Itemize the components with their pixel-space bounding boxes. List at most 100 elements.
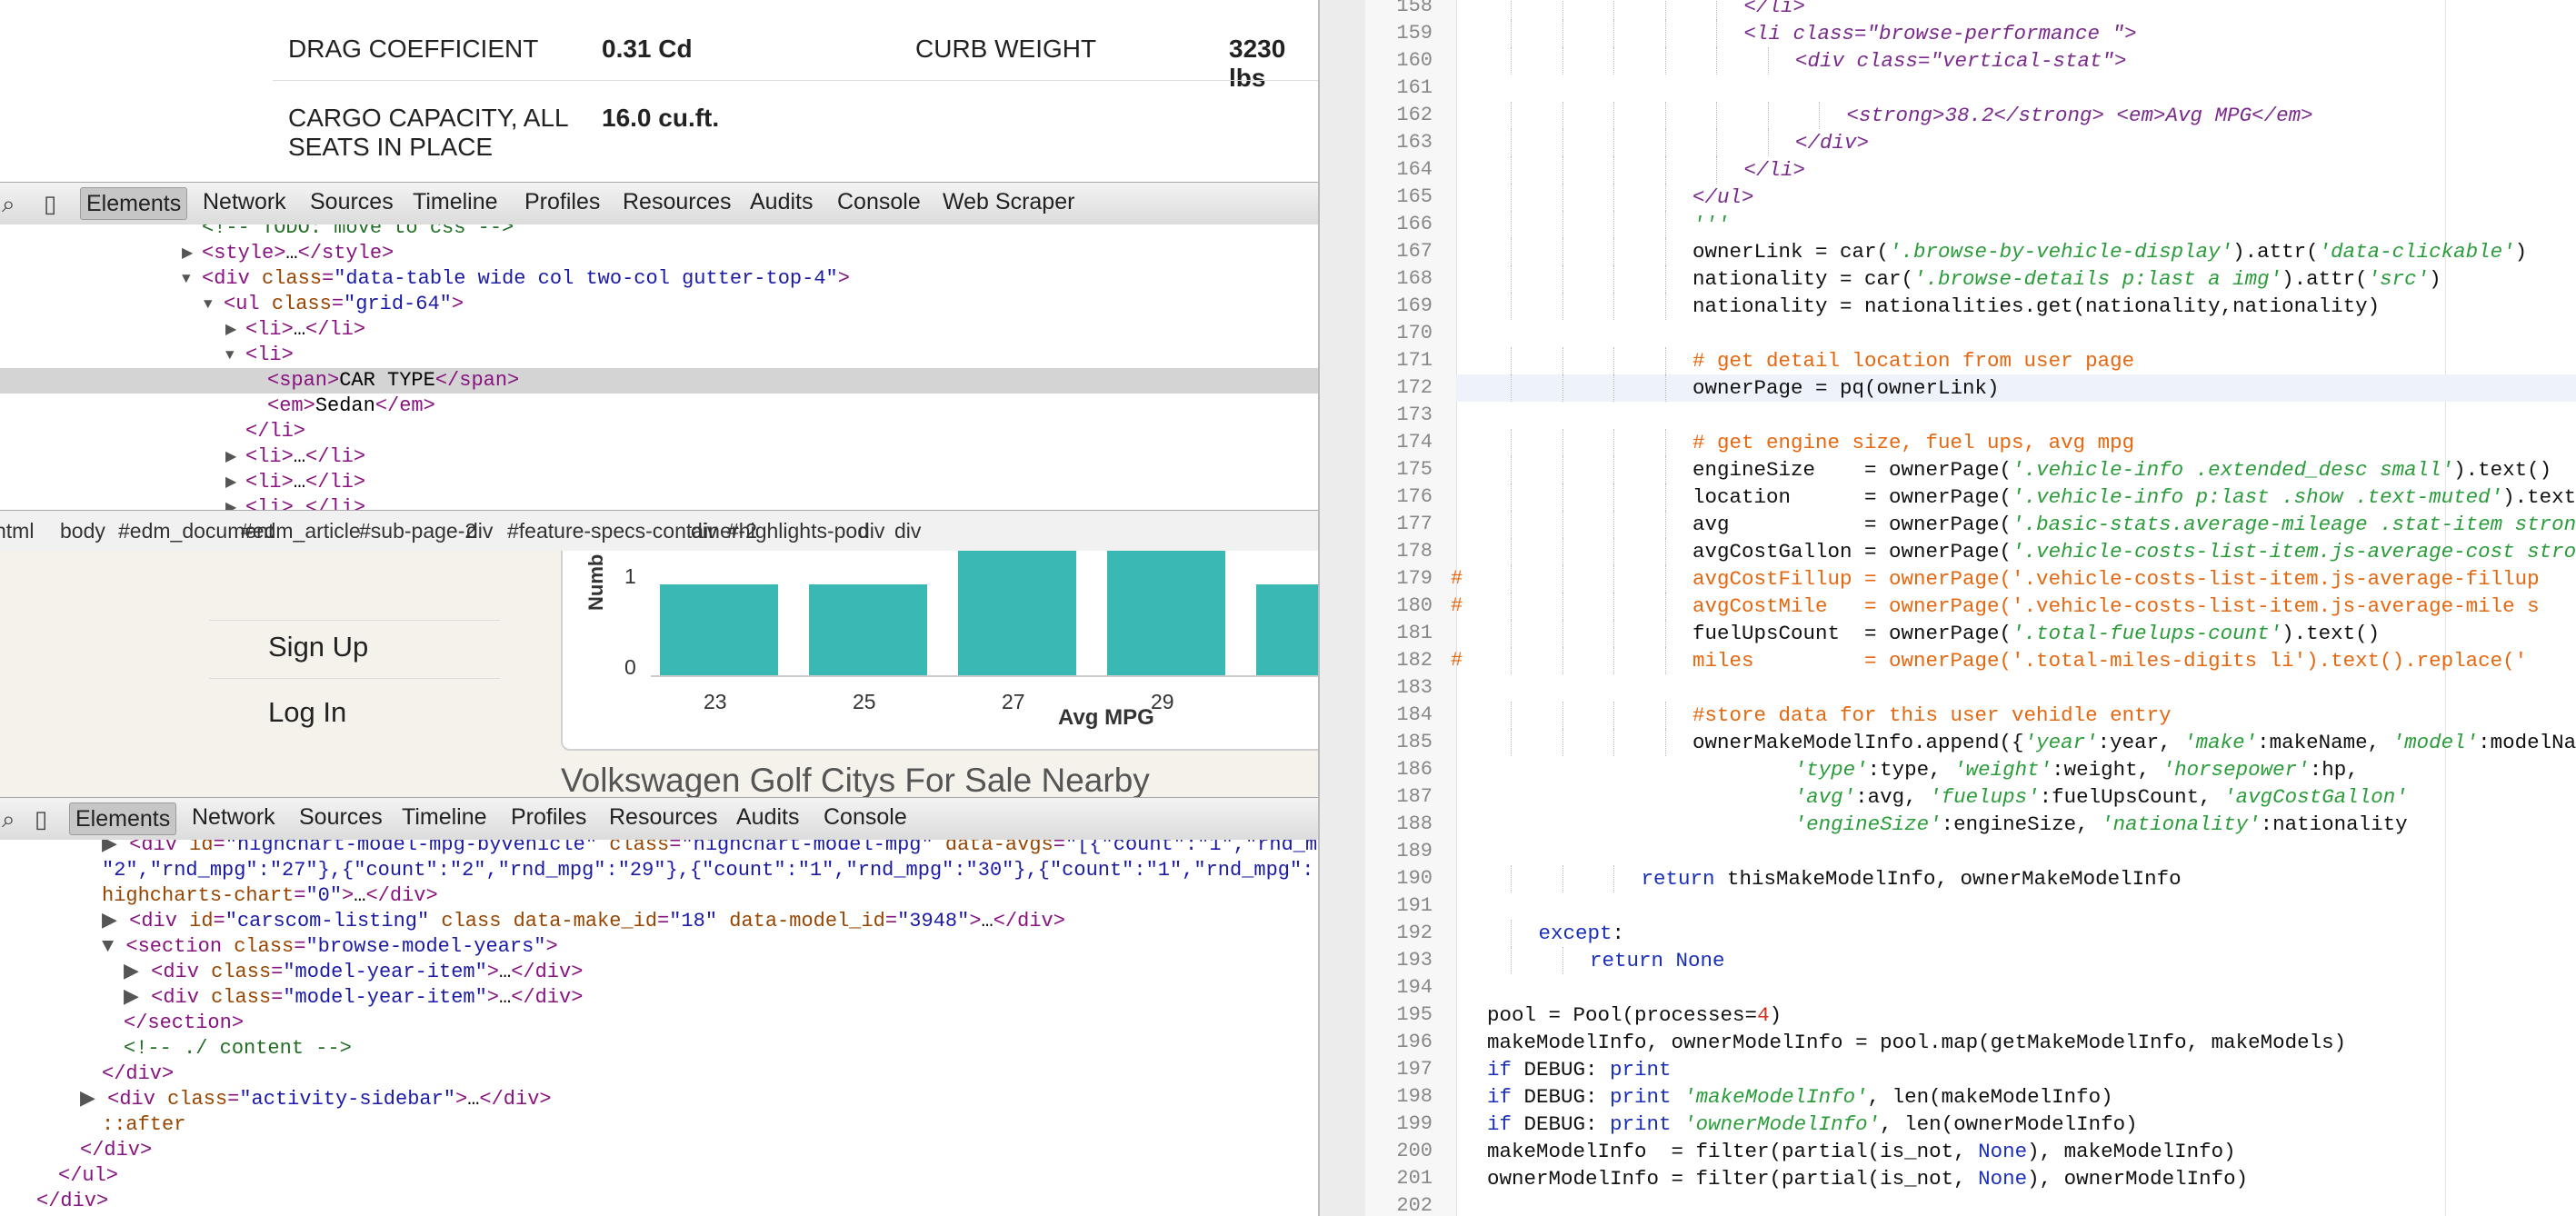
dom-node-row[interactable]: ::after (102, 1112, 185, 1138)
dom-node-row[interactable]: </div> (36, 1189, 108, 1214)
device-icon[interactable]: ▯ (35, 805, 47, 833)
expand-triangle-icon[interactable]: ▶ (225, 317, 236, 343)
collapse-triangle-icon[interactable]: ▼ (182, 266, 191, 292)
code-line[interactable]: #store data for this user vehidle entry (1692, 702, 2172, 729)
breadcrumb-item[interactable]: #highlights-pod (727, 519, 869, 543)
dom-tree-top[interactable]: <!-- TODO: move to css --> ▶ <style>…</sty… (0, 224, 1318, 510)
code-line[interactable]: # get detail location from user page (1692, 347, 2134, 374)
code-line[interactable]: ownerLink = car('.browse-by-vehicle-disp… (1692, 238, 2527, 265)
code-line[interactable]: </li> (1744, 156, 1806, 184)
code-line[interactable]: if DEBUG: print (1487, 1056, 1672, 1083)
tab-timeline[interactable]: Timeline (413, 189, 498, 215)
log-in-link[interactable]: Log In (268, 696, 346, 729)
code-line[interactable]: makeModelInfo = filter(partial(is_not, N… (1487, 1138, 2236, 1165)
code-line[interactable]: ownerModelInfo = filter(partial(is_not, … (1487, 1165, 2248, 1192)
code-lines[interactable]: </li> <li class="browse-performance "> <di… (1320, 0, 2576, 1216)
tab-console[interactable]: Console (824, 804, 907, 831)
code-editor[interactable]: 158 159 160 161 162 163 164 165 166 167 168 169 170 1… (1318, 0, 2576, 1216)
dom-node-row[interactable]: <!-- TODO: move to css --> (0, 224, 1318, 241)
code-line[interactable]: </li> (1744, 0, 1806, 20)
dom-node-row[interactable]: <span>CAR TYPE</span> (0, 368, 1318, 394)
tab-network[interactable]: Network (203, 189, 286, 215)
breadcrumb-item[interactable]: #feature-specs-container-2 (507, 519, 757, 543)
dom-node-row[interactable]: </ul> (58, 1163, 118, 1189)
breadcrumb-item[interactable]: div (894, 519, 921, 543)
code-line[interactable]: 'type':type, 'weight':weight, 'horsepowe… (1487, 756, 2359, 783)
code-line[interactable]: avgCostGallon = ownerPage('.vehicle-cost… (1692, 538, 2576, 565)
collapse-triangle-icon[interactable]: ▼ (204, 292, 213, 317)
code-line[interactable]: </ul> (1692, 184, 1754, 211)
code-line[interactable]: fuelUpsCount = ownerPage('.total-fuelups… (1692, 620, 2380, 647)
search-icon[interactable]: ⌕ (2, 805, 15, 834)
code-line[interactable]: <strong>38.2</strong> <em>Avg MPG</em> (1847, 102, 2313, 129)
code-line[interactable]: if DEBUG: print 'ownerModelInfo', len(ow… (1487, 1111, 2138, 1138)
search-icon[interactable]: ⌕ (2, 190, 15, 219)
tab-elements[interactable]: Elements (69, 802, 177, 835)
dom-node-row[interactable]: <!-- ./ content --> (124, 1036, 352, 1062)
code-line[interactable]: 'avg':avg, 'fuelups':fuelUpsCount, 'avgC… (1487, 783, 2408, 811)
dom-node-row[interactable]: ▶ <li>…</li> (0, 470, 1318, 495)
code-line[interactable]: 'engineSize':engineSize, 'nationality':n… (1487, 811, 2408, 838)
tab-sources[interactable]: Sources (310, 189, 394, 215)
tab-audits[interactable]: Audits (750, 189, 813, 215)
code-line[interactable]: </div> (1795, 129, 1869, 156)
dom-node-row[interactable]: <em>Sedan</em> (0, 394, 1318, 419)
code-line[interactable]: ownerMakeModelInfo.append({'year':year, … (1692, 729, 2576, 756)
expand-triangle-icon[interactable]: ▶ (182, 241, 193, 266)
code-line[interactable]: except: (1539, 920, 1625, 947)
code-line[interactable]: location = ownerPage('.vehicle-info p:la… (1692, 483, 2576, 511)
tab-network[interactable]: Network (192, 804, 275, 831)
breadcrumb-item[interactable]: div (466, 519, 493, 543)
tab-profiles[interactable]: Profiles (524, 189, 600, 215)
breadcrumb-item[interactable]: #sub-page-2 (359, 519, 476, 543)
tab-elements[interactable]: Elements (80, 187, 188, 220)
breadcrumb-item[interactable]: #edm_article (241, 519, 361, 543)
dom-node-row[interactable]: ▶ <li>…</li> (0, 444, 1318, 470)
code-line[interactable]: return thisMakeModelInfo, ownerMakeModel… (1642, 865, 2182, 892)
dom-node-row[interactable]: ▶ <div id="carscom-listing" class data-m… (102, 909, 1065, 934)
dom-node-row[interactable]: </div> (80, 1138, 152, 1163)
dom-node-row[interactable]: </section> (124, 1011, 244, 1036)
dom-node-row[interactable]: </li> (0, 419, 1318, 444)
sign-up-link[interactable]: Sign Up (268, 631, 368, 663)
expand-triangle-icon[interactable]: ▶ (225, 470, 236, 495)
dom-node-row[interactable]: ▶ <li>…</li> (0, 495, 1318, 510)
tab-console[interactable]: Console (837, 189, 921, 215)
expand-triangle-icon[interactable]: ▶ (225, 444, 236, 470)
code-line[interactable]: return None (1590, 947, 1725, 974)
tab-profiles[interactable]: Profiles (511, 804, 586, 831)
dom-node-row[interactable]: "2","rnd_mpg":"27"},{"count":"2","rnd_mp… (102, 858, 1313, 883)
code-line[interactable]: # get engine size, fuel ups, avg mpg (1692, 429, 2134, 456)
code-line[interactable]: nationality = car('.browse-details p:las… (1692, 265, 2441, 293)
code-line[interactable]: avgCostMile = ownerPage('.vehicle-costs-… (1692, 593, 2540, 620)
code-line[interactable]: nationality = nationalities.get(national… (1692, 293, 2380, 320)
tab-resources[interactable]: Resources (609, 804, 718, 831)
tab-resources[interactable]: Resources (623, 189, 732, 215)
dom-node-row[interactable]: ▼ <div class="data-table wide col two-col… (0, 266, 1318, 292)
dom-node-row[interactable]: ▶ <div class="activity-sidebar">…</div> (80, 1087, 552, 1112)
dom-node-row[interactable]: </div> (102, 1062, 174, 1087)
code-line[interactable]: pool = Pool(processes=4) (1487, 1002, 1782, 1029)
dom-node-row[interactable]: ▶ <li>…</li> (0, 317, 1318, 343)
code-line[interactable]: miles = ownerPage('.total-miles-digits l… (1692, 647, 2540, 674)
dom-node-row[interactable]: ▶ <div class="model-year-item">…</div> (124, 985, 583, 1011)
expand-triangle-icon[interactable]: ▶ (225, 495, 236, 510)
dom-node-row[interactable]: ▶ <div class="model-year-item">…</div> (124, 960, 583, 985)
code-line[interactable]: engineSize = ownerPage('.vehicle-info .e… (1692, 456, 2551, 483)
code-line[interactable]: avg = ownerPage('.basic-stats.average-mi… (1692, 511, 2576, 538)
breadcrumb-item[interactable]: div (691, 519, 717, 543)
code-line[interactable]: ''' (1692, 211, 1730, 238)
code-line[interactable]: if DEBUG: print 'makeModelInfo', len(mak… (1487, 1083, 2113, 1111)
code-line[interactable]: <li class="browse-performance "> (1744, 20, 2137, 47)
dom-node-row[interactable]: ▼ <ul class="grid-64"> (0, 292, 1318, 317)
device-icon[interactable]: ▯ (44, 190, 56, 218)
dom-node-row[interactable]: ▶ <style>…</style> (0, 241, 1318, 266)
code-line[interactable]: <div class="vertical-stat"> (1795, 47, 2127, 75)
collapse-triangle-icon[interactable]: ▼ (225, 343, 235, 368)
tab-audits[interactable]: Audits (736, 804, 799, 831)
tab-sources[interactable]: Sources (299, 804, 383, 831)
dom-tree-bottom[interactable]: ▶ <div id="highchart-model-mpg-byvehicle… (0, 840, 1318, 1216)
dom-node-row[interactable]: highcharts-chart="0">…</div> (102, 883, 438, 909)
tab-timeline[interactable]: Timeline (402, 804, 487, 831)
dom-node-row[interactable]: ▼ <section class="browse-model-years"> (102, 934, 558, 960)
